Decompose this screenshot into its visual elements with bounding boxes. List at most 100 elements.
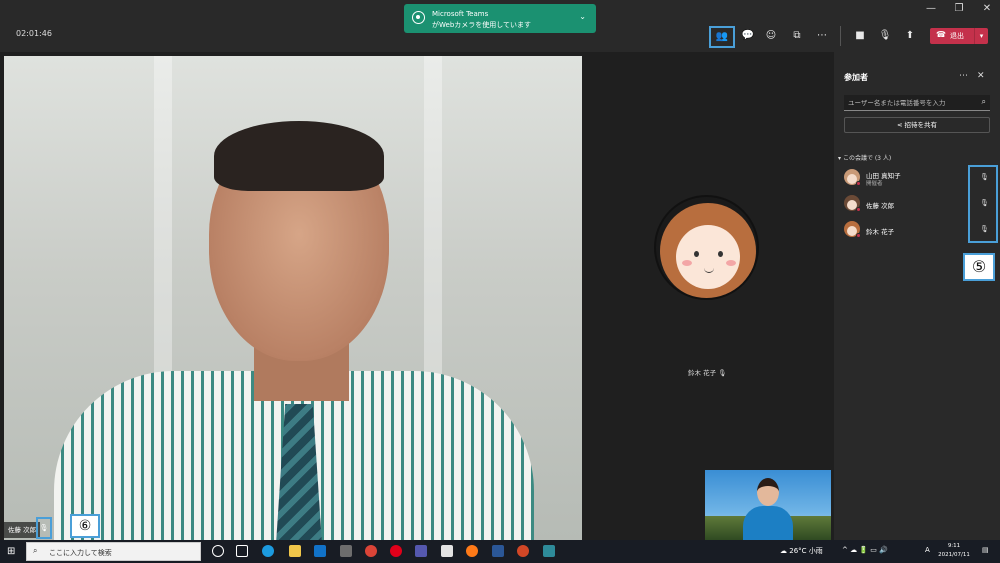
participant-role: 開催者 <box>866 181 883 187</box>
ime-indicator[interactable]: A <box>925 546 930 554</box>
main-speaker-video[interactable] <box>4 56 582 540</box>
share-link-icon: ⋖ <box>896 121 903 129</box>
section-label: この会議で (3 人) <box>842 155 892 162</box>
chat-icon: 💬 <box>741 30 755 41</box>
app-icon[interactable] <box>543 545 555 557</box>
tray-icons[interactable]: ^ ☁ 🔋 ▭ 🔊 <box>842 546 888 554</box>
participants-panel: 参加者 ⋯ ✕ ⌕ ⋖ 招待を共有 ▾ この会議で (3 人) 山田 真知子 開… <box>834 52 1000 540</box>
taskbar-search-text: ここに入力して検索 <box>49 549 112 557</box>
participant-avatar[interactable] <box>654 195 759 300</box>
document-app-icon[interactable] <box>441 545 453 557</box>
share-icon: ⬆ <box>905 30 915 41</box>
task-view-icon[interactable] <box>236 545 248 557</box>
leave-button[interactable]: ☎ 退出 ▾ <box>930 28 988 44</box>
speaker-mic-indicator: 🎙 <box>36 517 52 539</box>
search-icon[interactable]: ⌕ <box>982 97 986 107</box>
taskbar-search[interactable]: ⌕ ここに入力して検索 <box>26 542 201 561</box>
cortana-icon[interactable] <box>212 545 224 557</box>
mic-off-icon: 🎙 <box>718 369 727 377</box>
panel-close-button[interactable]: ✕ <box>977 71 985 81</box>
teams-icon[interactable] <box>415 545 427 557</box>
window-controls: — ❐ ✕ <box>924 3 994 14</box>
camera-in-use-toast[interactable]: Microsoft Teams がWebカメラを使用しています ⌄ <box>404 4 596 33</box>
outlook-icon[interactable] <box>314 545 326 557</box>
media-player-icon[interactable] <box>390 545 402 557</box>
status-dot <box>856 181 861 186</box>
minimize-button[interactable]: — <box>924 3 938 14</box>
mic-off-icon: 🎙 <box>39 524 49 532</box>
store-icon[interactable] <box>340 545 352 557</box>
clock-time: 9:11 <box>947 543 961 549</box>
share-invite-button[interactable]: ⋖ 招待を共有 <box>844 117 990 133</box>
mic-off-icon[interactable]: 🎙 <box>980 173 989 181</box>
chrome-icon[interactable] <box>365 545 377 557</box>
close-icon: ✕ <box>977 71 985 81</box>
callout-6: ⑥ <box>70 514 100 538</box>
reactions-button[interactable]: ☺ <box>763 29 779 43</box>
toast-message: がWebカメラを使用しています <box>432 21 532 29</box>
clock-date: 2021/07/11 <box>938 552 970 558</box>
restore-button[interactable]: ❐ <box>952 3 966 14</box>
participant-search-input[interactable] <box>848 97 970 109</box>
video-stage: 佐藤 次郎 🎙 鈴木 花子 🎙 <box>0 52 834 540</box>
leave-dropdown[interactable]: ▾ <box>974 28 988 44</box>
callout-5: ⑤ <box>963 253 995 281</box>
more-actions-button[interactable]: ⋯ <box>814 29 830 43</box>
meeting-timer: 02:01:46 <box>16 29 52 38</box>
status-dot <box>856 233 861 238</box>
weather-widget[interactable]: ☁ 26°C 小雨 <box>780 546 823 556</box>
close-window-button[interactable]: ✕ <box>980 3 994 14</box>
avatar-cheek <box>726 260 736 266</box>
camera-toggle[interactable]: ■ <box>852 29 868 43</box>
mic-toggle[interactable]: 🎙 <box>877 29 893 43</box>
chevron-down-icon: ▾ <box>979 32 984 40</box>
leave-label: 退出 <box>950 32 964 40</box>
avatar-cheek <box>682 260 692 266</box>
avatar-name-text: 鈴木 花子 <box>688 369 717 377</box>
more-icon: ⋯ <box>817 30 827 41</box>
mic-off-icon: 🎙 <box>878 30 892 41</box>
camera-icon: ■ <box>855 30 865 41</box>
windows-taskbar: ⊞ ⌕ ここに入力して検索 ☁ 26°C 小雨 ^ ☁ 🔋 ▭ 🔊 A 9:11… <box>0 540 1000 563</box>
participant-name: 佐藤 次郎 <box>866 202 895 210</box>
toolbar-divider <box>840 26 841 46</box>
avatar-eye <box>718 251 723 257</box>
weather-text: 26°C 小雨 <box>789 547 823 555</box>
status-dot <box>856 207 861 212</box>
rooms-button[interactable]: ⧉ <box>789 29 805 43</box>
chevron-down-icon: ▾ <box>838 155 842 162</box>
powerpoint-icon[interactable] <box>517 545 529 557</box>
avatar-name-label: 鈴木 花子 🎙 <box>688 367 726 377</box>
preview-person-body <box>743 506 793 540</box>
firefox-icon[interactable] <box>466 545 478 557</box>
file-explorer-icon[interactable] <box>289 545 301 557</box>
speaker-hair <box>214 121 384 191</box>
mic-off-icon[interactable]: 🎙 <box>980 199 989 207</box>
mic-off-icon[interactable]: 🎙 <box>980 225 989 233</box>
webcam-icon <box>412 11 425 24</box>
avatar-face <box>676 225 740 289</box>
edge-icon[interactable] <box>262 545 274 557</box>
people-button[interactable]: 👥 <box>709 26 735 48</box>
panel-more-button[interactable]: ⋯ <box>959 71 968 81</box>
speaker-name-tag: 佐藤 次郎 <box>4 522 41 538</box>
self-preview-video[interactable] <box>705 470 831 540</box>
windows-start-icon[interactable]: ⊞ <box>7 546 15 557</box>
panel-title: 参加者 <box>844 73 868 82</box>
hangup-icon: ☎ <box>936 30 946 39</box>
chat-button[interactable]: 💬 <box>740 29 756 43</box>
people-icon: 👥 <box>715 31 729 42</box>
search-icon: ⌕ <box>33 546 38 555</box>
chevron-down-icon[interactable]: ⌄ <box>579 12 586 21</box>
share-invite-label: 招待を共有 <box>904 121 938 129</box>
word-icon[interactable] <box>492 545 504 557</box>
participant-search: ⌕ <box>844 95 990 111</box>
share-content-button[interactable]: ⬆ <box>902 29 918 43</box>
system-clock[interactable]: 9:11 2021/07/11 <box>934 542 974 560</box>
participant-name: 鈴木 花子 <box>866 228 895 236</box>
rooms-icon: ⧉ <box>793 30 801 41</box>
in-meeting-section[interactable]: ▾ この会議で (3 人) <box>838 153 891 162</box>
notifications-icon[interactable]: ▤ <box>982 546 989 554</box>
avatar-eye <box>694 251 699 257</box>
teams-window: 02:01:46 — ❐ ✕ 👥 💬 ☺ ⧉ ⋯ ■ 🎙 ⬆ ☎ 退出 ▾ Mi… <box>0 0 1000 563</box>
